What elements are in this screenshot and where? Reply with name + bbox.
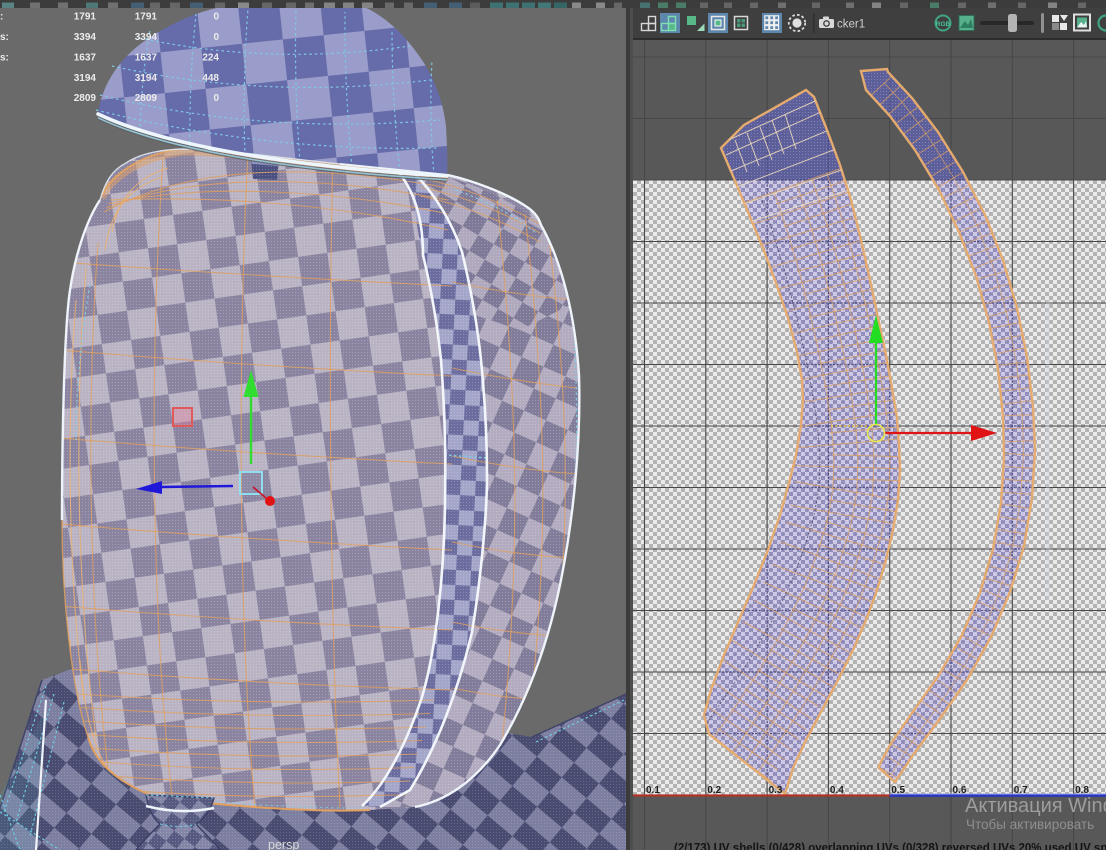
svg-text:2809: 2809 <box>74 93 97 104</box>
svg-text:1637: 1637 <box>74 53 97 64</box>
svg-text:Активация Wind: Активация Wind <box>965 795 1106 817</box>
svg-text::: : <box>0 12 3 23</box>
svg-text:1791: 1791 <box>135 12 158 23</box>
svg-text:1791: 1791 <box>74 12 97 23</box>
svg-text:0: 0 <box>213 32 219 43</box>
svg-text:0.5: 0.5 <box>891 785 905 796</box>
svg-text:0.1: 0.1 <box>646 785 660 796</box>
svg-text:3394: 3394 <box>74 32 97 43</box>
svg-text:224: 224 <box>202 53 219 64</box>
svg-text:448: 448 <box>202 73 219 84</box>
svg-text:3194: 3194 <box>74 73 97 84</box>
svg-text:s:: s: <box>0 32 9 43</box>
svg-text:RGB: RGB <box>936 21 951 28</box>
svg-text:Чтобы активировать: Чтобы активировать <box>966 817 1094 832</box>
svg-text:0.4: 0.4 <box>830 785 844 796</box>
svg-text:0: 0 <box>213 12 219 23</box>
svg-text:(2/173) UV shells (0/428) ove: (2/173) UV shells (0/428) overlapping UV… <box>674 843 1106 850</box>
svg-text:2809: 2809 <box>135 93 158 104</box>
svg-text:s:: s: <box>0 53 9 64</box>
svg-text:0: 0 <box>213 93 219 104</box>
svg-text:3394: 3394 <box>135 32 158 43</box>
svg-text:1637: 1637 <box>135 53 158 64</box>
svg-text:0.2: 0.2 <box>707 785 721 796</box>
svg-text:persp: persp <box>268 838 299 850</box>
svg-text:0.3: 0.3 <box>769 785 783 796</box>
svg-text:cker1: cker1 <box>837 19 865 31</box>
svg-text:3194: 3194 <box>135 73 158 84</box>
